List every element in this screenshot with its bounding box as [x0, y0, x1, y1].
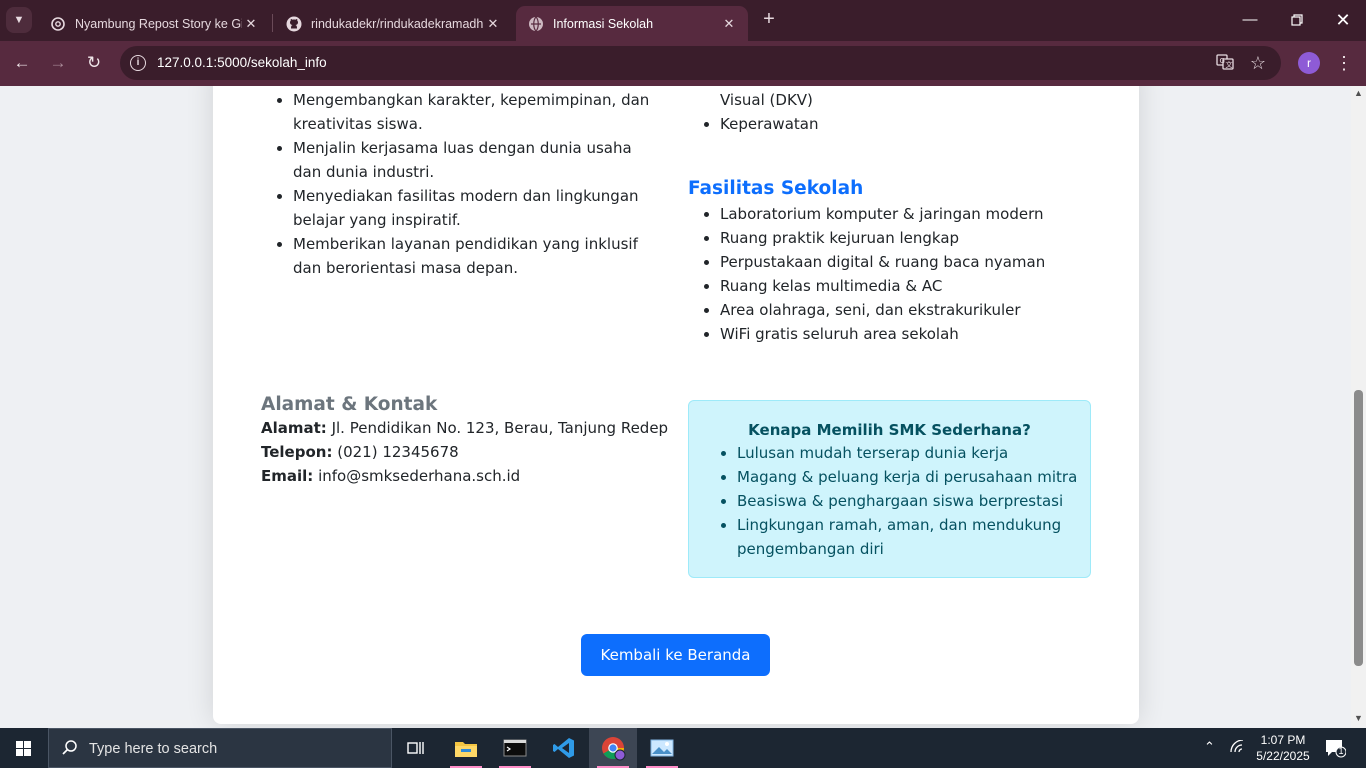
github-icon — [286, 16, 302, 32]
vscode-icon[interactable] — [540, 728, 588, 768]
search-placeholder: Type here to search — [89, 741, 218, 757]
url-text: 127.0.0.1:5000/sekolah_info — [157, 55, 327, 70]
mission-item: Menyediakan fasilitas modern dan lingkun… — [293, 184, 661, 232]
email-value: info@smksederhana.sch.id — [318, 467, 521, 485]
task-view-icon[interactable] — [392, 728, 440, 768]
wifi-icon[interactable] — [1229, 739, 1249, 768]
back-to-home-button[interactable]: Kembali ke Beranda — [581, 634, 770, 676]
chevron-down-icon: ▼ — [13, 14, 25, 26]
file-explorer-icon[interactable] — [442, 728, 490, 768]
chrome-icon[interactable] — [589, 728, 637, 768]
why-item: Lingkungan ramah, aman, dan mendukung pe… — [737, 513, 1085, 561]
close-tab-icon[interactable]: ✕ — [484, 16, 502, 32]
contact-address-row: Alamat: Jl. Pendidikan No. 123, Berau, T… — [261, 416, 668, 440]
tab-informasi-sekolah[interactable]: Informasi Sekolah ✕ — [516, 6, 748, 41]
close-tab-icon[interactable]: ✕ — [242, 16, 260, 32]
fasilitas-item: Perpustakaan digital & ruang baca nyaman — [720, 250, 1108, 274]
why-item: Lulusan mudah terserap dunia kerja — [737, 441, 1085, 465]
system-clock[interactable]: 1:07 PM 5/22/2025 — [1251, 732, 1315, 764]
mission-item: Memberikan layanan pendidikan yang inklu… — [293, 232, 661, 280]
jurusan-list: Visual (DKV) Keperawatan — [688, 88, 1108, 136]
bookmark-star-icon[interactable]: ☆ — [1247, 53, 1269, 73]
search-icon — [61, 739, 79, 762]
tab-github[interactable]: rindukadekr/rindukadekramadh ✕ — [274, 6, 512, 41]
why-choose-alert: Kenapa Memilih SMK Sederhana? Lulusan mu… — [688, 400, 1091, 578]
contact-heading: Alamat & Kontak — [261, 394, 438, 415]
tab-search-button[interactable]: ▼ — [6, 7, 32, 33]
clock-date: 5/22/2025 — [1256, 749, 1310, 763]
address-bar[interactable]: i 127.0.0.1:5000/sekolah_info G文 ☆ — [120, 46, 1281, 80]
clock-time: 1:07 PM — [1260, 733, 1306, 747]
scroll-down-arrow-icon[interactable]: ▼ — [1353, 713, 1364, 723]
notification-center-icon[interactable]: 1 — [1324, 738, 1354, 768]
close-tab-icon[interactable]: ✕ — [720, 16, 738, 32]
contact-block: Alamat: Jl. Pendidikan No. 123, Berau, T… — [261, 416, 668, 488]
translate-icon[interactable]: G文 — [1214, 53, 1236, 73]
fasilitas-list: Laboratorium komputer & jaringan modern … — [688, 202, 1108, 346]
mission-item: Menjalin kerjasama luas dengan dunia usa… — [293, 136, 661, 184]
email-label: Email: — [261, 467, 314, 485]
tab-title: Nyambung Repost Story ke Git — [75, 16, 242, 31]
globe-icon — [528, 16, 544, 32]
windows-taskbar: Type here to search ⌃ 1:07 PM 5/22/2025 … — [0, 728, 1366, 768]
new-tab-plus-icon[interactable]: + — [758, 9, 780, 31]
windows-logo-icon — [16, 741, 32, 756]
forward-arrow-icon[interactable]: → — [45, 50, 71, 76]
tab-title: rindukadekr/rindukadekramadh — [311, 16, 484, 31]
fasilitas-item: WiFi gratis seluruh area sekolah — [720, 322, 1108, 346]
info-card: Mengembangkan karakter, kepemimpinan, da… — [213, 86, 1139, 724]
terminal-icon[interactable] — [491, 728, 539, 768]
fasilitas-item: Area olahraga, seni, dan ekstrakurikuler — [720, 298, 1108, 322]
why-item: Beasiswa & penghargaan siswa berprestasi — [737, 489, 1085, 513]
address-label: Alamat: — [261, 419, 327, 437]
openai-icon — [50, 16, 66, 32]
phone-value: (021) 12345678 — [337, 443, 459, 461]
browser-toolbar: ← → ↻ i 127.0.0.1:5000/sekolah_info G文 ☆… — [0, 41, 1366, 86]
browser-tab-bar: ▼ Nyambung Repost Story ke Git ✕ rinduka… — [0, 0, 1366, 41]
tab-divider — [272, 14, 273, 32]
minimize-icon[interactable]: — — [1238, 8, 1262, 32]
profile-avatar[interactable]: r — [1298, 52, 1320, 74]
back-arrow-icon[interactable]: ← — [9, 50, 35, 76]
scrollbar-thumb[interactable] — [1354, 390, 1363, 666]
jurusan-item-continuation: Visual (DKV) — [720, 91, 813, 109]
notification-count: 1 — [1338, 746, 1344, 756]
address-value: Jl. Pendidikan No. 123, Berau, Tanjung R… — [331, 419, 669, 437]
reload-icon[interactable]: ↻ — [81, 50, 107, 76]
close-window-icon[interactable]: ✕ — [1331, 8, 1355, 32]
restore-icon[interactable] — [1285, 8, 1309, 32]
jurusan-item: Keperawatan — [720, 112, 1108, 136]
photos-icon[interactable] — [638, 728, 686, 768]
fasilitas-item: Ruang praktik kejuruan lengkap — [720, 226, 1108, 250]
fasilitas-heading: Fasilitas Sekolah — [688, 178, 864, 199]
tab-title: Informasi Sekolah — [553, 16, 654, 31]
why-choose-title: Kenapa Memilih SMK Sederhana? — [748, 421, 1031, 439]
contact-phone-row: Telepon: (021) 12345678 — [261, 440, 668, 464]
mission-list: Mengembangkan karakter, kepemimpinan, da… — [261, 88, 661, 280]
mission-item: Mengembangkan karakter, kepemimpinan, da… — [293, 88, 661, 136]
start-button[interactable] — [0, 728, 48, 768]
why-item: Magang & peluang kerja di perusahaan mit… — [737, 465, 1085, 489]
fasilitas-item: Ruang kelas multimedia & AC — [720, 274, 1108, 298]
more-menu-icon[interactable]: ⋮ — [1334, 51, 1354, 75]
show-hidden-icons-chevron-icon[interactable]: ⌃ — [1204, 739, 1222, 768]
taskbar-search-box[interactable]: Type here to search — [48, 728, 392, 768]
page-viewport: Mengembangkan karakter, kepemimpinan, da… — [0, 86, 1351, 728]
contact-email-row: Email: info@smksederhana.sch.id — [261, 464, 668, 488]
svg-text:文: 文 — [1226, 60, 1233, 69]
fasilitas-item: Laboratorium komputer & jaringan modern — [720, 202, 1108, 226]
phone-label: Telepon: — [261, 443, 333, 461]
scroll-up-arrow-icon[interactable]: ▲ — [1353, 88, 1364, 98]
tab-nyambung[interactable]: Nyambung Repost Story ke Git ✕ — [38, 6, 270, 41]
svg-text:G: G — [1220, 57, 1225, 65]
site-info-icon[interactable]: i — [130, 55, 146, 71]
